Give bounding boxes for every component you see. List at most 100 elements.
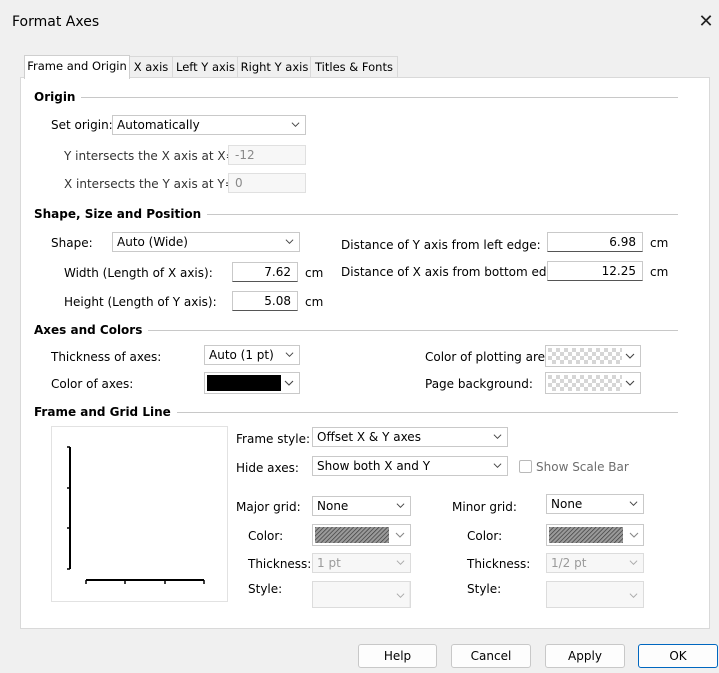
set-origin-label: Set origin: [51,118,113,132]
tab-titles-fonts[interactable]: Titles & Fonts [310,56,398,78]
plot-area-color-picker[interactable] [545,345,641,367]
shape-heading: Shape, Size and Position [34,207,208,221]
major-thickness-select[interactable]: 1 pt [312,553,411,573]
frame-style-label: Frame style: [236,432,311,446]
ok-button[interactable]: OK [638,644,718,668]
chevron-down-icon [284,380,294,386]
tab-right-y-axis[interactable]: Right Y axis [237,56,312,78]
major-grid-label: Major grid: [236,500,301,514]
major-grid-select[interactable]: None [312,496,411,516]
format-axes-dialog: Format Axes ✕ Frame and Origin X axis Le… [0,0,719,673]
minor-thickness-value: 1/2 pt [551,556,587,570]
style-divider [409,582,410,607]
height-label: Height (Length of Y axis): [64,295,217,309]
minor-style-label: Style: [467,582,502,596]
page-background-transparent-swatch [548,375,622,391]
chevron-down-icon [625,353,635,359]
height-input[interactable]: 5.08 [232,291,298,311]
chevron-down-icon [629,593,638,599]
origin-heading: Origin [34,90,82,104]
chevron-down-icon [396,503,405,509]
axes-preview-graphic [67,446,205,584]
set-origin-value: Automatically [117,118,200,132]
hide-axes-label: Hide axes: [236,461,299,475]
axes-preview [51,426,228,602]
chevron-down-icon [629,560,638,566]
minor-color-picker[interactable] [546,524,644,546]
dist-x-unit: cm [650,265,669,279]
width-input[interactable]: 7.62 [232,262,298,282]
axes-colors-heading: Axes and Colors [34,323,149,337]
major-style-label: Style: [248,582,283,596]
chevron-down-icon [395,532,405,538]
page-background-label: Page background: [425,377,533,391]
minor-grid-value: None [551,497,583,511]
cancel-button[interactable]: Cancel [451,644,531,668]
thickness-axes-select[interactable]: Auto (1 pt) [204,345,300,365]
frame-grid-heading: Frame and Grid Line [34,405,177,419]
chevron-down-icon [291,122,300,128]
x-intersect-input[interactable]: 0 [228,173,306,193]
tab-left-y-axis[interactable]: Left Y axis [172,56,239,78]
major-thickness-value: 1 pt [317,556,341,570]
width-label: Width (Length of X axis): [64,266,213,280]
minor-color-label: Color: [467,529,503,543]
chevron-down-icon [396,593,405,599]
chevron-down-icon [493,463,502,469]
set-origin-select[interactable]: Automatically [112,115,306,135]
help-button[interactable]: Help [358,644,437,668]
color-axes-label: Color of axes: [51,377,134,391]
chevron-down-icon [285,239,294,245]
chevron-down-icon [625,380,635,386]
minor-style-select[interactable] [546,581,644,608]
minor-grid-select[interactable]: None [546,494,644,514]
major-color-swatch [315,527,389,543]
page-background-picker[interactable] [545,372,641,394]
shape-value: Auto (Wide) [117,235,188,249]
width-unit: cm [305,266,324,280]
dist-y-label: Distance of Y axis from left edge: [341,238,541,252]
chevron-down-icon [396,560,405,566]
minor-grid-label: Minor grid: [452,500,517,514]
color-axes-swatch [207,375,281,391]
chevron-down-icon [629,532,639,538]
major-color-label: Color: [248,529,284,543]
close-icon[interactable]: ✕ [693,10,719,36]
tab-frame-and-origin[interactable]: Frame and Origin [24,55,130,79]
y-intersect-input[interactable]: -12 [228,145,306,165]
dist-y-input[interactable]: 6.98 [547,232,643,252]
frame-style-value: Offset X & Y axes [317,430,421,444]
shape-label: Shape: [51,236,93,250]
hide-axes-value: Show both X and Y [317,459,431,473]
dist-x-input[interactable]: 12.25 [547,261,643,281]
plot-area-transparent-swatch [548,348,622,364]
color-axes-picker[interactable] [204,372,300,394]
show-scale-bar-label: Show Scale Bar [536,460,629,474]
dialog-title: Format Axes [12,14,100,30]
show-scale-bar-checkbox[interactable] [519,460,532,473]
major-style-select[interactable] [312,581,411,608]
dist-y-unit: cm [650,236,669,250]
shape-select[interactable]: Auto (Wide) [112,232,300,252]
major-color-picker[interactable] [312,524,411,546]
minor-thickness-label: Thickness: [467,557,531,571]
minor-color-swatch [549,527,623,543]
height-unit: cm [305,295,324,309]
thickness-axes-value: Auto (1 pt) [209,348,274,362]
origin-divider [34,97,678,98]
y-intersect-label: Y intersects the X axis at X= [64,149,236,163]
minor-thickness-select[interactable]: 1/2 pt [546,553,644,573]
chevron-down-icon [493,434,502,440]
major-grid-value: None [317,499,349,513]
x-intersect-label: X intersects the Y axis at Y= [64,177,235,191]
tab-x-axis[interactable]: X axis [128,56,174,78]
frame-style-select[interactable]: Offset X & Y axes [312,427,508,447]
chevron-down-icon [629,501,638,507]
major-thickness-label: Thickness: [248,557,312,571]
chevron-down-icon [285,352,294,358]
title-bar: Format Axes ✕ [0,0,719,44]
dist-x-label: Distance of X axis from bottom edge: [341,265,566,279]
thickness-axes-label: Thickness of axes: [51,350,162,364]
hide-axes-select[interactable]: Show both X and Y [312,456,508,476]
apply-button[interactable]: Apply [545,644,625,668]
